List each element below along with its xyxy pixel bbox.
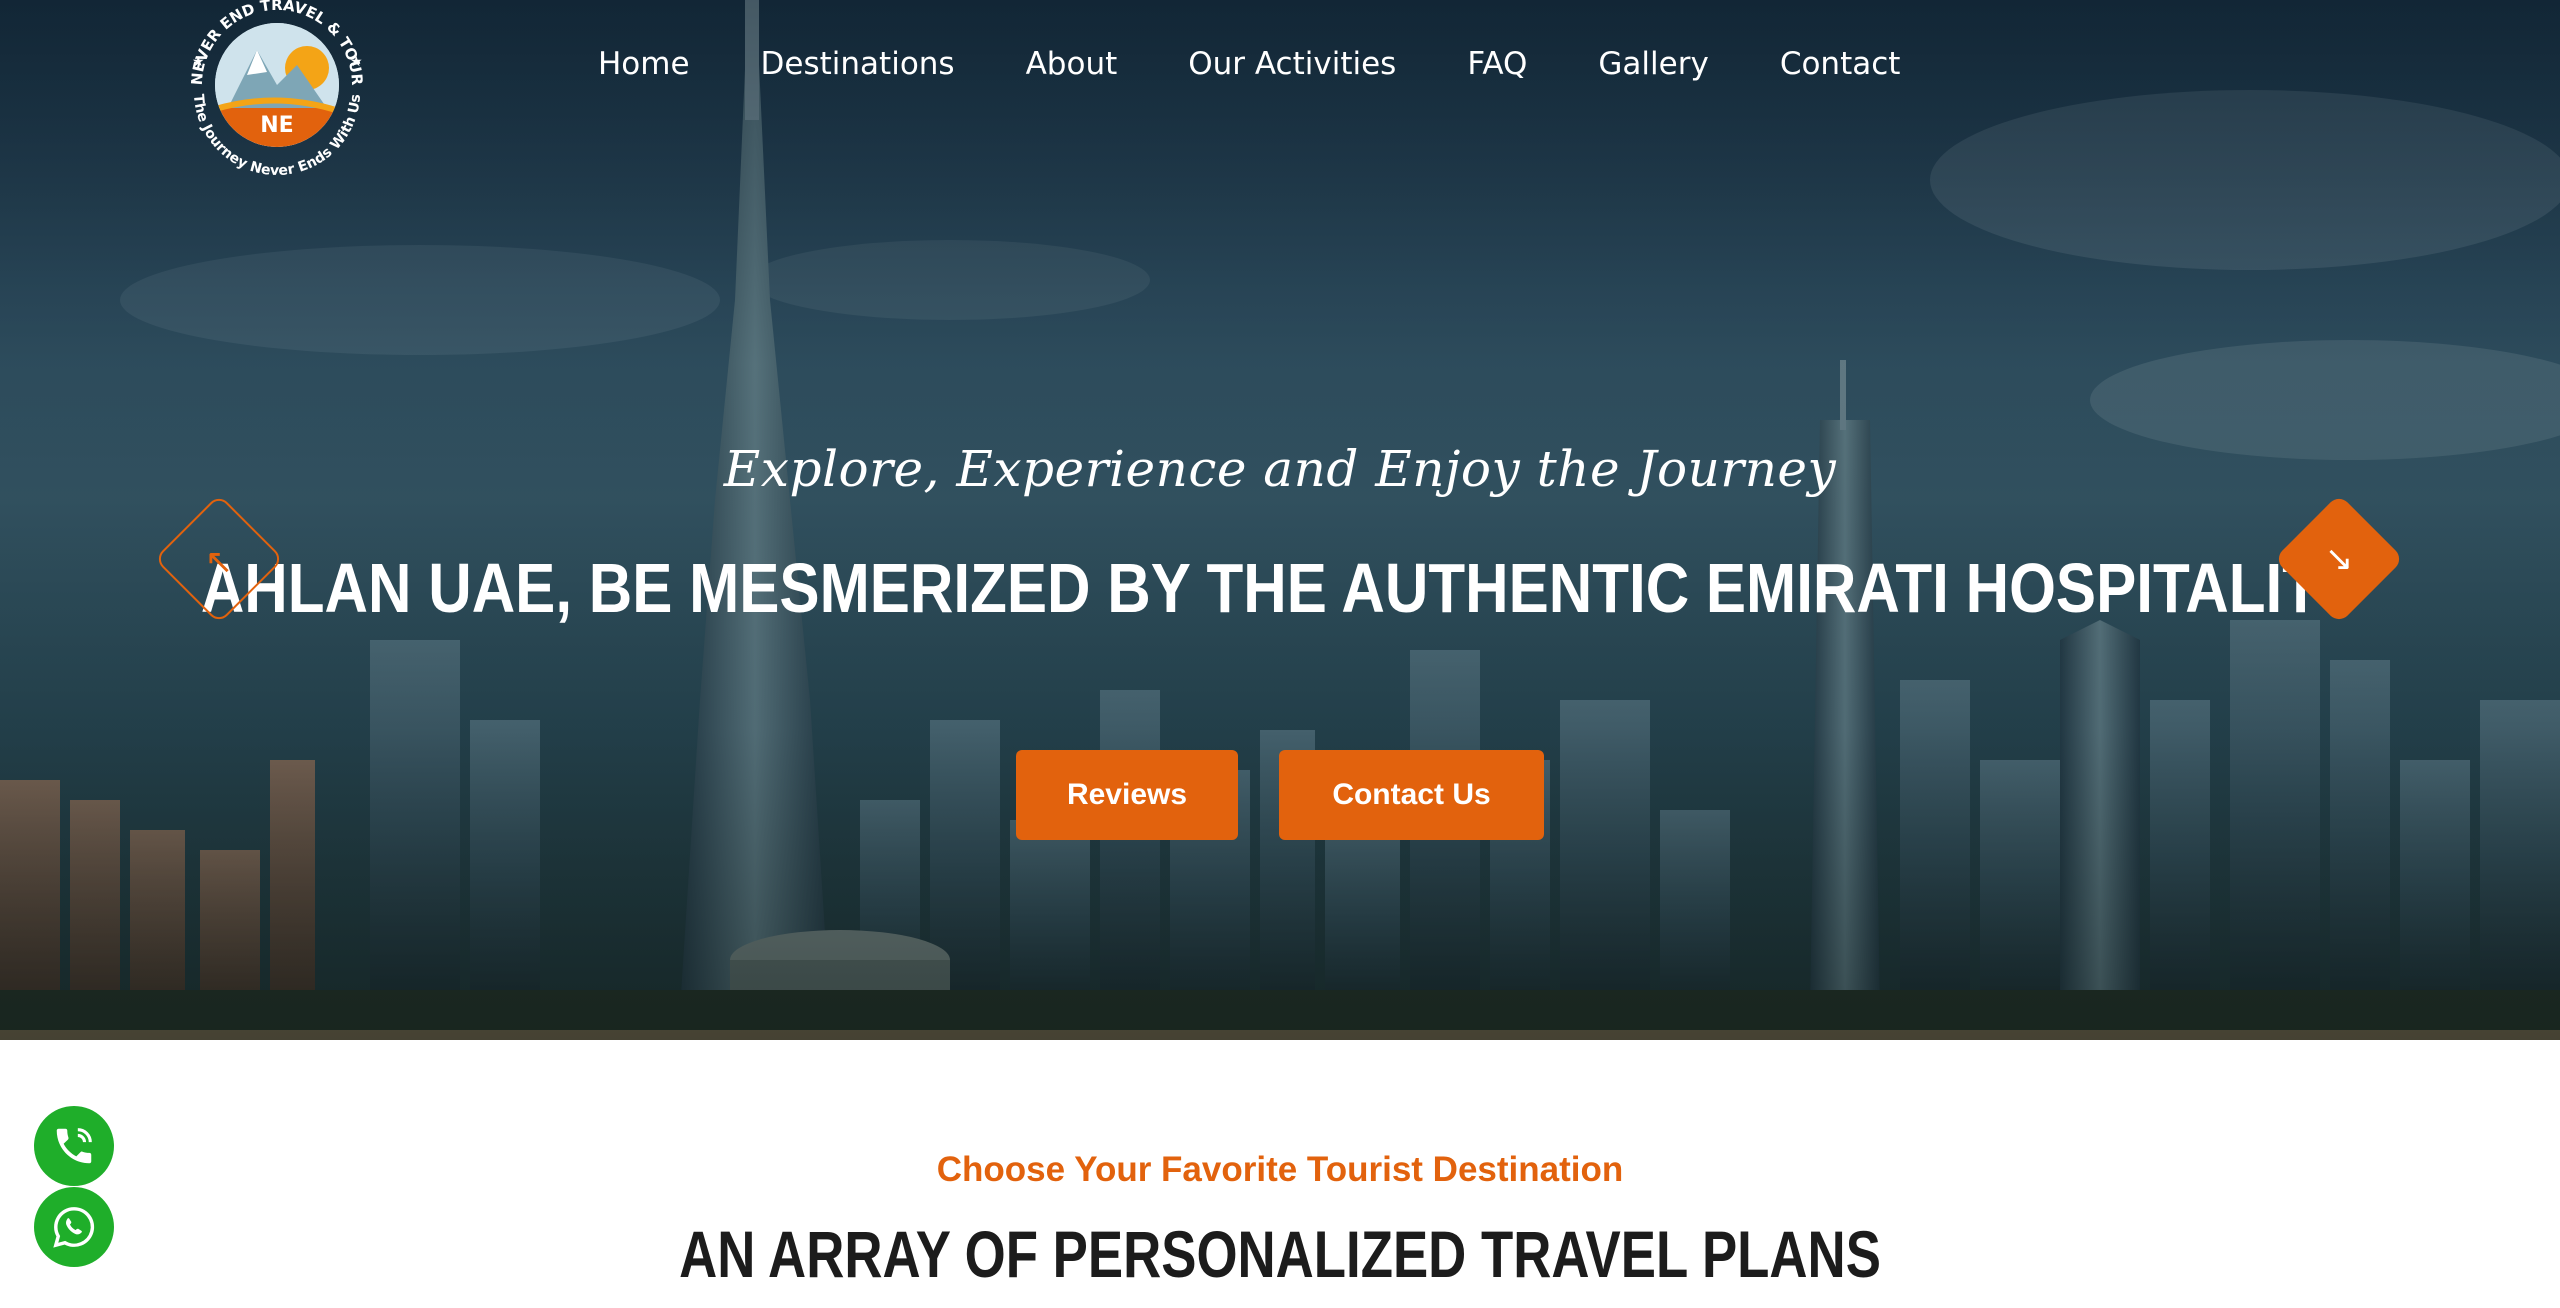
star-icon: ★: [192, 53, 205, 69]
call-button[interactable]: [34, 1106, 114, 1186]
nav-about[interactable]: About: [1026, 44, 1118, 84]
arrow-down-right-icon: ↘: [2324, 539, 2354, 579]
main-nav: Home Destinations About Our Activities F…: [598, 44, 1900, 84]
nav-gallery[interactable]: Gallery: [1598, 44, 1708, 84]
nav-our-activities[interactable]: Our Activities: [1188, 44, 1396, 84]
phone-icon: [56, 1128, 92, 1164]
hero-tagline: Explore, Experience and Enjoy the Journe…: [723, 440, 1837, 498]
section-title: AN ARRAY OF PERSONALIZED TRAVEL PLANS: [679, 1217, 1881, 1291]
nav-home[interactable]: Home: [598, 44, 690, 84]
slider-next-button[interactable]: ↘: [2273, 493, 2405, 625]
nav-destinations[interactable]: Destinations: [761, 44, 955, 84]
star-icon: ★: [350, 53, 363, 69]
contact-us-button[interactable]: Contact Us: [1279, 750, 1544, 840]
arrow-up-left-icon: ↖: [204, 541, 234, 582]
hero-headline: AHLAN UAE, BE MESMERIZED BY THE AUTHENTI…: [200, 549, 2360, 627]
hero-banner: NE NEVER END TRAVEL & TOUR The Journey N…: [0, 0, 2560, 1040]
nav-contact[interactable]: Contact: [1780, 44, 1901, 84]
hero-overlay: [0, 0, 2560, 1040]
nav-faq[interactable]: FAQ: [1467, 44, 1527, 84]
whatsapp-button[interactable]: [34, 1187, 114, 1267]
whatsapp-icon: [53, 1207, 95, 1248]
brand-logo[interactable]: NE NEVER END TRAVEL & TOUR The Journey N…: [172, 0, 382, 190]
section-subtitle: Choose Your Favorite Tourist Destination: [936, 1150, 1624, 1189]
reviews-button[interactable]: Reviews: [1016, 750, 1238, 840]
logo-monogram: NE: [260, 113, 293, 138]
